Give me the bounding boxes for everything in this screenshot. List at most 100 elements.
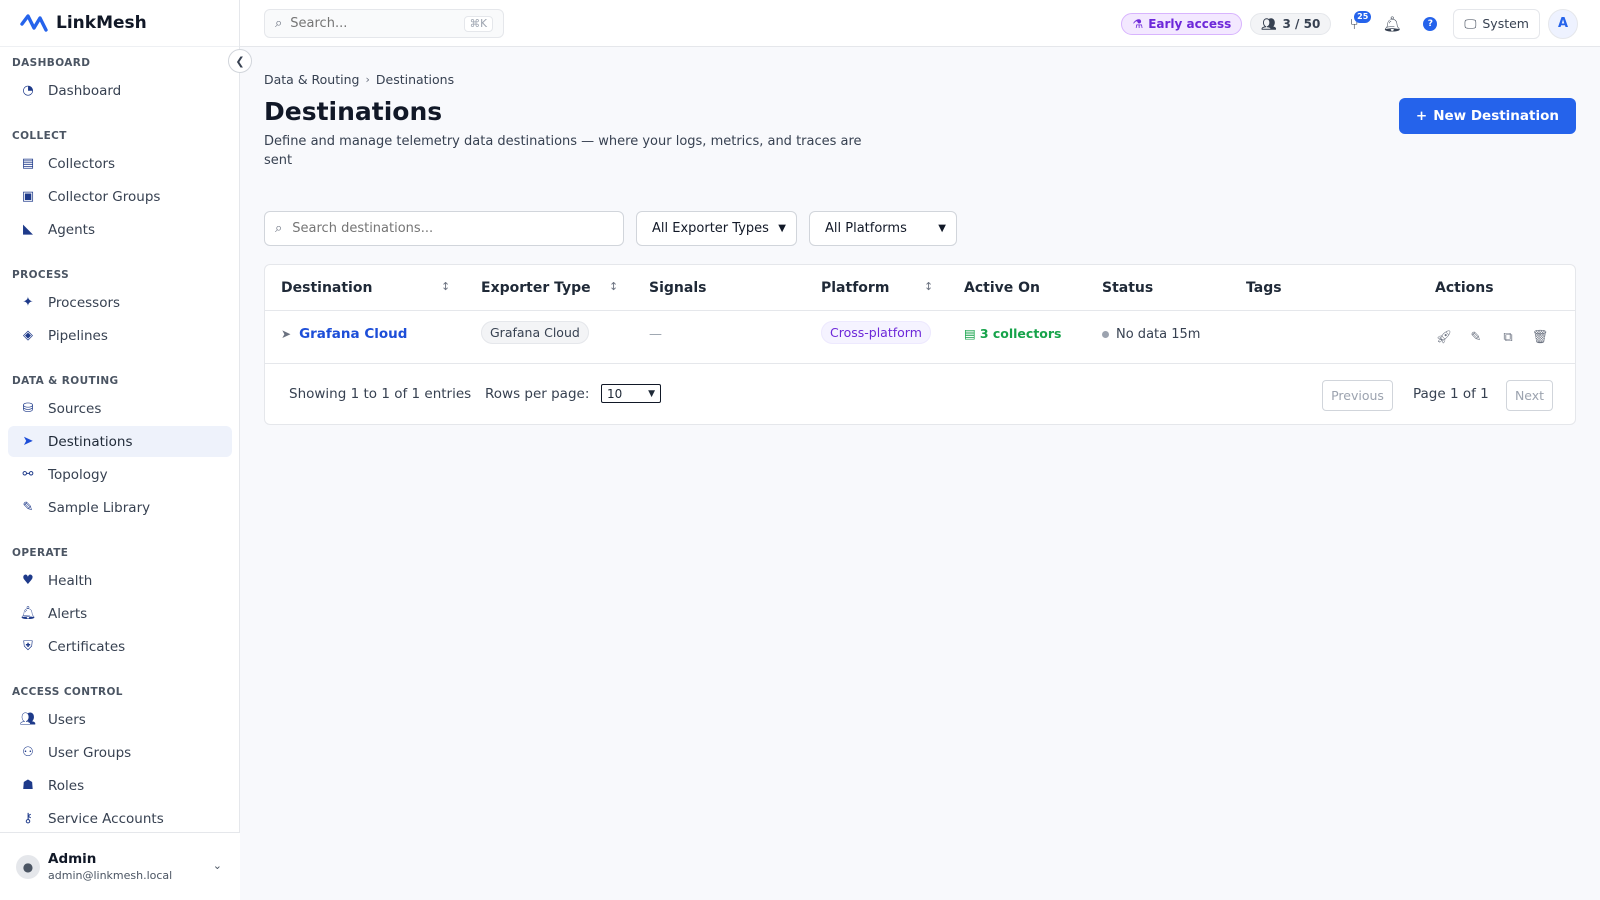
avatar[interactable]: A	[1548, 8, 1578, 39]
destination-search-input[interactable]	[292, 221, 593, 236]
sidebar-item-destinations[interactable]: ➤ Destinations	[8, 426, 232, 457]
sidebar-item-collector-groups[interactable]: ▣ Collector Groups	[8, 181, 232, 212]
next-button[interactable]: Next	[1506, 380, 1553, 411]
copy-icon[interactable]: ⧉	[1500, 329, 1516, 345]
sidebar-item-label: Topology	[48, 466, 108, 483]
notifications-button[interactable]: 🔔︎	[1377, 9, 1407, 39]
help-button[interactable]: ?	[1415, 9, 1445, 39]
magic-wand-icon: ✦	[22, 295, 34, 310]
edit-icon[interactable]: ✎	[1468, 329, 1484, 345]
logo[interactable]: LinkMesh	[0, 0, 239, 47]
column-destination[interactable]: Destination	[281, 280, 372, 296]
gauge-icon: ◔	[22, 83, 34, 98]
sidebar-item-label: User Groups	[48, 744, 132, 761]
status-label: No data 15m	[1116, 327, 1201, 342]
page-indicator: Page 1 of 1	[1413, 386, 1489, 402]
key-icon: ⚷	[23, 811, 33, 826]
sidebar-item-label: Certificates	[48, 638, 126, 655]
pen-icon: ✎	[22, 500, 34, 515]
sidebar-item-label: Alerts	[48, 605, 88, 622]
trash-icon[interactable]: 🗑︎	[1532, 329, 1549, 345]
global-search-input[interactable]	[290, 16, 441, 31]
sidebar-item-processors[interactable]: ✦ Processors	[8, 287, 232, 318]
rows-per-page-select[interactable]: 10 ▼	[601, 384, 661, 403]
column-exporter-type[interactable]: Exporter Type	[481, 280, 591, 296]
platform-select[interactable]: All Platforms ▼	[809, 211, 957, 246]
status-badge: No data 15m	[1102, 327, 1200, 342]
early-access-badge[interactable]: ⚗ Early access	[1121, 12, 1243, 35]
sort-icon[interactable]: ↕	[441, 280, 450, 293]
user-name: Admin	[48, 851, 97, 867]
user-tag-icon: ☗	[22, 778, 34, 793]
sidebar-item-label: Users	[48, 711, 86, 728]
shield-icon: ⛨	[23, 639, 33, 654]
platform-selected: All Platforms	[825, 221, 907, 236]
column-signals: Signals	[649, 280, 707, 296]
column-status: Status	[1102, 280, 1154, 296]
exporter-type-select[interactable]: All Exporter Types ▼	[636, 211, 797, 246]
seats-label: 3 / 50	[1282, 16, 1321, 31]
new-destination-button[interactable]: + New Destination	[1398, 98, 1576, 134]
global-search[interactable]: ⌕ ⌘K	[264, 9, 504, 38]
collapse-sidebar-button[interactable]: ❮	[228, 49, 252, 73]
active-on-link[interactable]: ▤ 3 collectors	[964, 326, 1061, 341]
column-platform[interactable]: Platform	[821, 280, 889, 296]
bell-icon: 🔔︎	[19, 606, 37, 621]
destination-link[interactable]: ➤ Grafana Cloud	[281, 326, 407, 342]
destination-search[interactable]: ⌕	[264, 211, 624, 246]
pull-requests-button[interactable]: ⑂ 25	[1339, 9, 1372, 39]
sidebar-item-certificates[interactable]: ⛨ Certificates	[8, 631, 232, 662]
sidebar-item-collectors[interactable]: ▤ Collectors	[8, 148, 232, 179]
destination-name: Grafana Cloud	[299, 326, 408, 342]
sort-icon[interactable]: ↕	[609, 280, 618, 293]
sidebar: LinkMesh Dashboard ◔ Dashboard Collect ▤…	[0, 0, 240, 900]
section-title-process: Process	[12, 269, 70, 281]
sidebar-nav: Dashboard ◔ Dashboard Collect ▤ Collecto…	[0, 47, 240, 832]
search-icon: ⌕	[275, 16, 283, 31]
chevron-left-icon: ❮	[235, 54, 245, 68]
sidebar-item-label: Roles	[48, 777, 85, 794]
breadcrumb-item-data-routing[interactable]: Data & Routing	[264, 72, 359, 87]
sidebar-item-sources[interactable]: ⛁ Sources	[8, 393, 232, 424]
sidebar-item-dashboard[interactable]: ◔ Dashboard	[8, 75, 232, 106]
sidebar-item-users[interactable]: 👥︎ Users	[8, 704, 232, 735]
sidebar-item-label: Sources	[48, 400, 102, 417]
sidebar-item-topology[interactable]: ⚯ Topology	[8, 459, 232, 490]
section-title-operate: Operate	[12, 547, 69, 559]
rocket-icon[interactable]: 🚀︎	[1436, 329, 1453, 345]
sidebar-item-roles[interactable]: ☗ Roles	[8, 770, 232, 801]
chevron-right-icon: ›	[365, 73, 370, 86]
user-menu[interactable]: ● Admin admin@linkmesh.local ⌄	[0, 832, 240, 900]
sidebar-item-label: Dashboard	[48, 82, 122, 99]
paper-plane-icon: ➤	[22, 434, 34, 449]
database-icon: ⛁	[22, 401, 34, 416]
previous-button[interactable]: Previous	[1322, 380, 1393, 411]
platform-cell: Cross-platform	[821, 321, 931, 344]
sidebar-item-alerts[interactable]: 🔔︎ Alerts	[8, 598, 232, 629]
seats-badge[interactable]: 👥︎ 3 / 50	[1250, 12, 1332, 35]
early-access-label: Early access	[1148, 16, 1232, 31]
topbar: ⌕ ⌘K ⚗ Early access 👥︎ 3 / 50 ⑂ 25 🔔︎ ? …	[240, 0, 1600, 47]
sidebar-item-agents[interactable]: ◣ Agents	[8, 214, 232, 245]
pagination: Showing 1 to 1 of 1 entries Rows per pag…	[265, 364, 1575, 424]
table-row: ➤ Grafana Cloud Grafana Cloud — Cross-pl…	[265, 311, 1575, 364]
exporter-type-cell: Grafana Cloud	[481, 321, 589, 344]
sidebar-item-service-accounts[interactable]: ⚷ Service Accounts	[8, 803, 232, 832]
sidebar-item-pipelines[interactable]: ◈ Pipelines	[8, 320, 232, 351]
status-dot	[1102, 331, 1109, 338]
sidebar-item-health[interactable]: ♥ Health	[8, 565, 232, 596]
users-icon: 👥︎	[19, 712, 37, 727]
search-icon: ⌕	[275, 221, 283, 236]
sidebar-item-label: Service Accounts	[48, 810, 164, 827]
sidebar-item-sample-library[interactable]: ✎ Sample Library	[8, 492, 232, 523]
user-info: Admin admin@linkmesh.local	[48, 851, 172, 882]
users-icon: 👥︎	[1261, 16, 1277, 31]
paper-plane-icon: ➤	[281, 327, 292, 341]
theme-system-button[interactable]: 🖵︎ System	[1453, 8, 1540, 39]
active-on-label: 3 collectors	[979, 326, 1062, 341]
sidebar-item-user-groups[interactable]: ⚇ User Groups	[8, 737, 232, 768]
sidebar-item-label: Sample Library	[48, 499, 151, 516]
app-name: LinkMesh	[56, 13, 147, 33]
topbar-actions: ⚗ Early access 👥︎ 3 / 50 ⑂ 25 🔔︎ ? 🖵︎ Sy…	[1121, 0, 1578, 47]
sort-icon[interactable]: ↕	[924, 280, 933, 293]
